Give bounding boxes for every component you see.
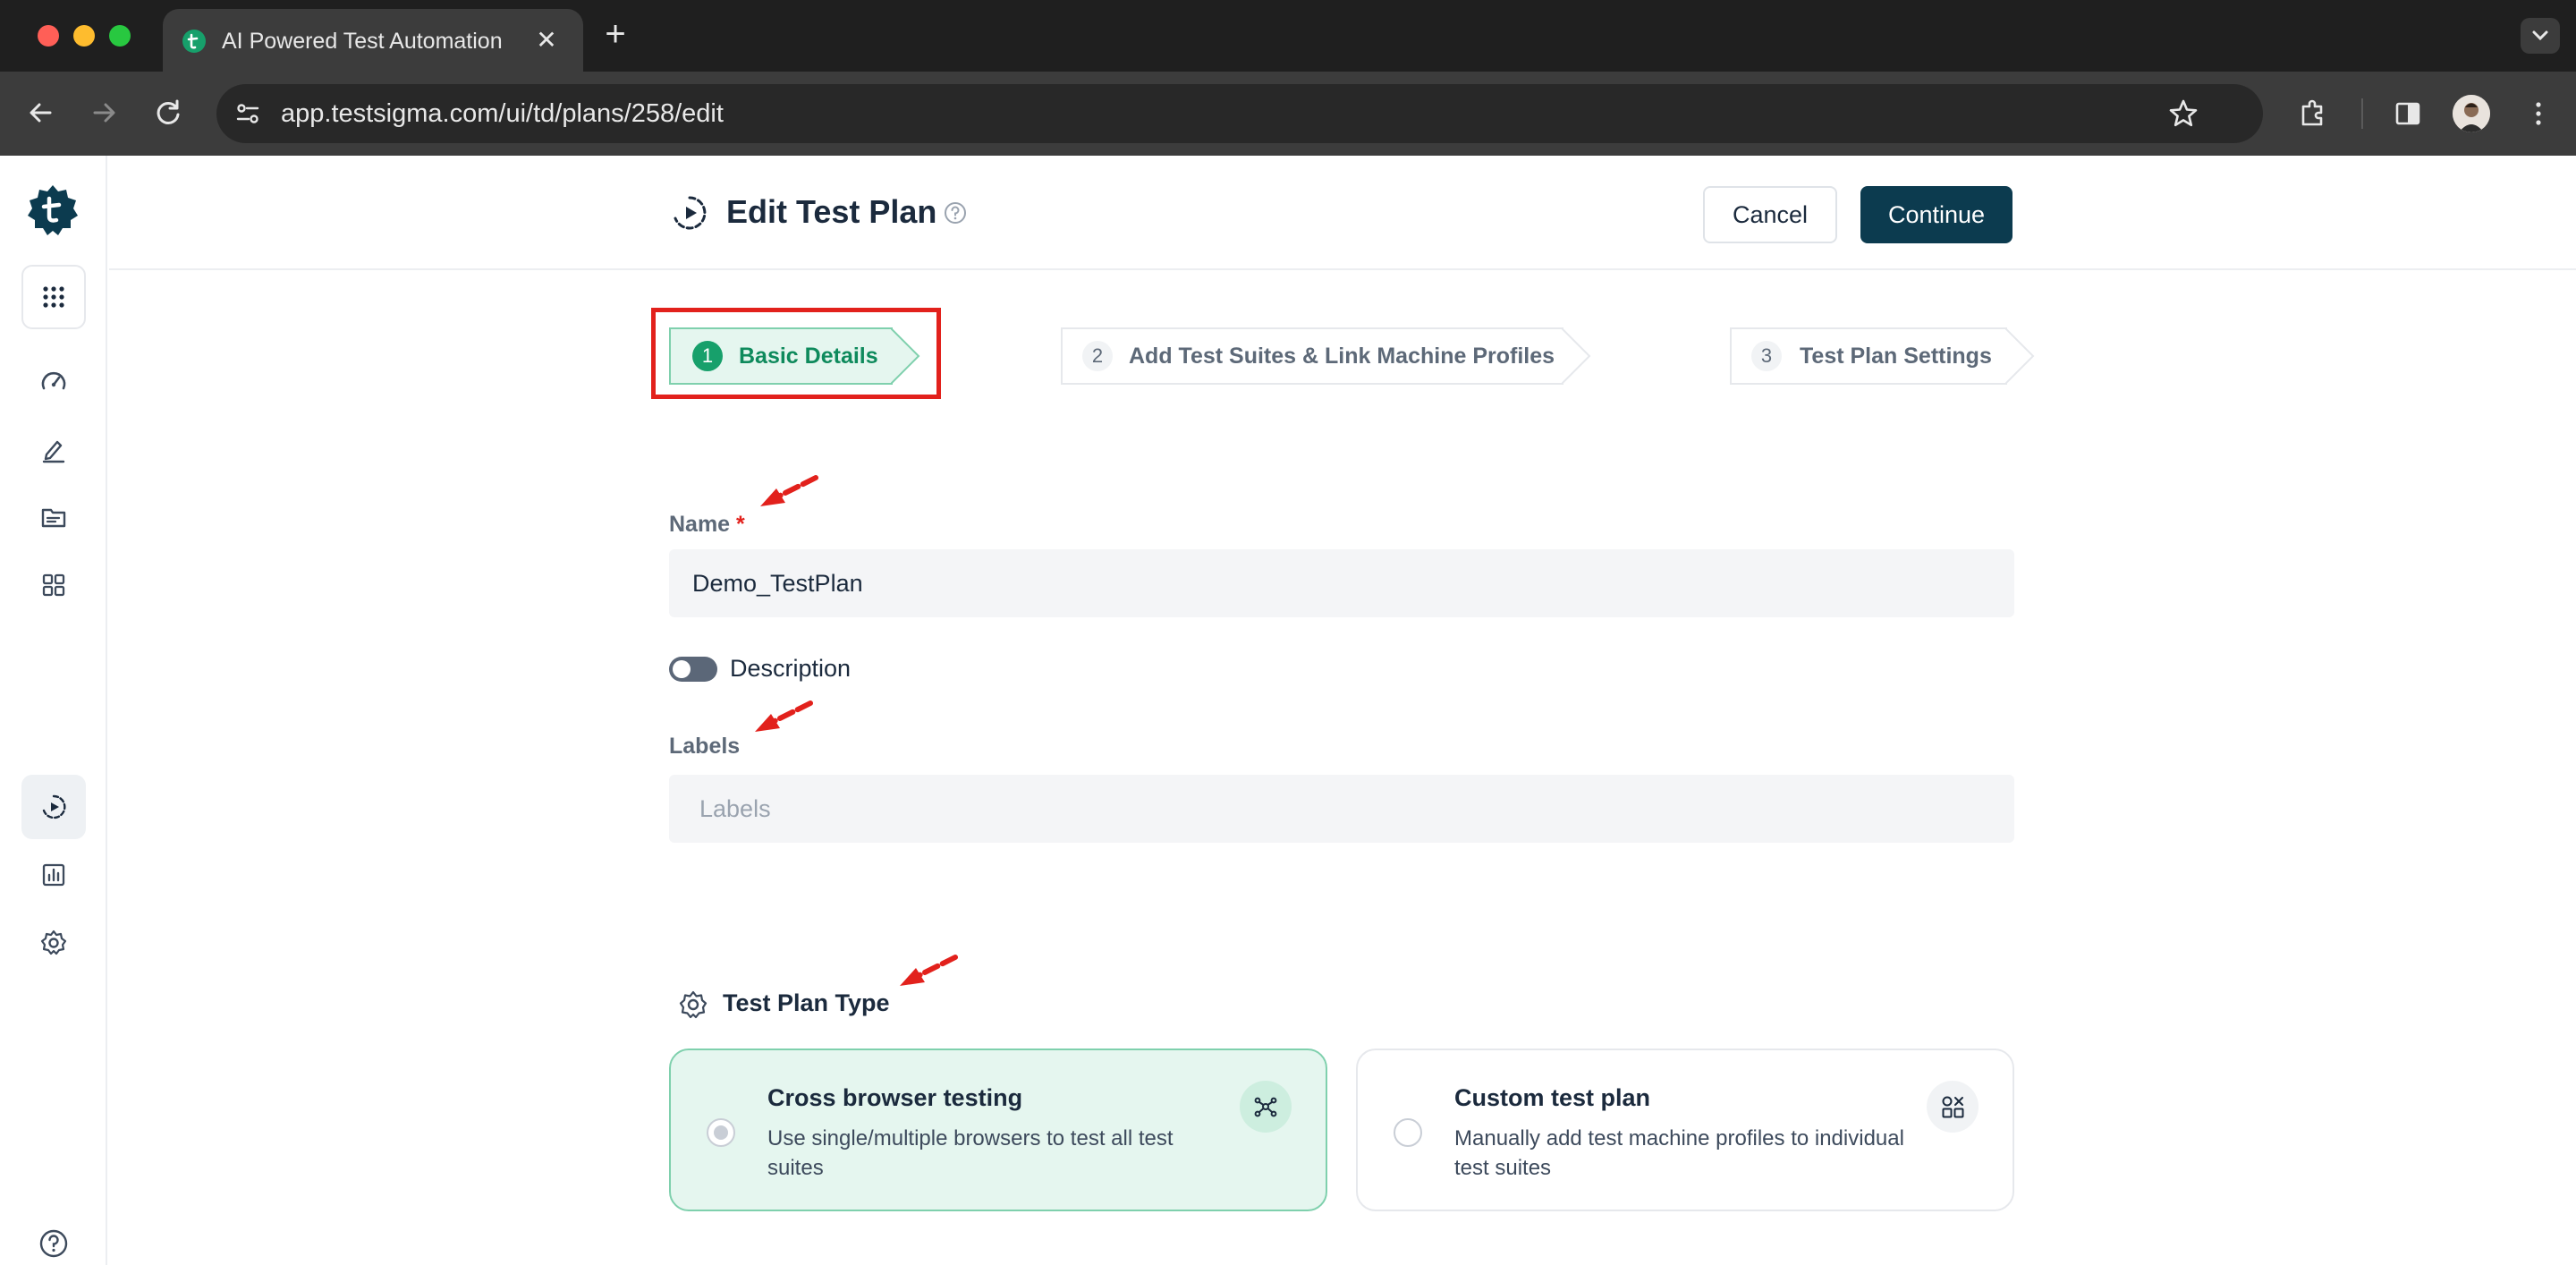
tab-close-icon[interactable]: ✕ <box>533 27 560 54</box>
name-label-text: Name <box>669 512 731 537</box>
option-cross-browser-testing[interactable]: Cross browser testing Use single/multipl… <box>669 1049 1327 1211</box>
option-custom-test-plan[interactable]: Custom test plan Manually add test machi… <box>1356 1049 2014 1211</box>
sidebar-item-reports[interactable] <box>21 843 86 907</box>
help-circle-icon[interactable] <box>943 200 968 225</box>
step-chevron-icon <box>1562 327 1591 385</box>
option-title: Custom test plan <box>1454 1084 1651 1111</box>
testsigma-logo-icon[interactable] <box>25 183 80 238</box>
test-plan-icon <box>42 794 66 819</box>
back-arrow-icon[interactable] <box>23 95 59 131</box>
window-close-button[interactable] <box>38 25 59 47</box>
browser-tab-bar: AI Powered Test Automation ✕ + <box>0 0 2576 72</box>
labels-field-label: Labels <box>669 734 741 759</box>
annotation-arrow-icon <box>755 700 813 732</box>
page-title: Edit Test Plan <box>726 193 937 230</box>
option-icon-badge <box>1927 1081 1979 1133</box>
description-toggle[interactable] <box>669 657 717 682</box>
radio-dot <box>714 1125 728 1140</box>
forward-arrow-icon[interactable] <box>86 95 122 131</box>
dashboard-gauge-icon <box>41 371 66 390</box>
custom-shapes-icon <box>1942 1096 1964 1118</box>
sidebar-item-authoring[interactable] <box>21 417 86 481</box>
side-panel-icon[interactable] <box>2390 96 2426 132</box>
tab-title: AI Powered Test Automation <box>222 29 503 54</box>
settings-gear-icon <box>679 990 708 1019</box>
sidebar-item-settings[interactable] <box>21 911 86 975</box>
tab-search-button[interactable] <box>2521 18 2560 54</box>
option-title: Cross browser testing <box>767 1084 1023 1111</box>
site-info-icon[interactable] <box>233 98 263 129</box>
apps-grid-icon <box>43 286 64 308</box>
browser-menu-icon[interactable] <box>2521 96 2556 132</box>
address-bar[interactable]: app.testsigma.com/ui/td/plans/258/edit <box>216 84 2263 143</box>
apps-grid-button[interactable] <box>21 265 86 329</box>
extensions-puzzle-icon[interactable] <box>2295 96 2331 132</box>
new-tab-icon[interactable]: + <box>599 16 631 52</box>
toggle-knob <box>673 660 691 678</box>
folder-icon <box>41 508 66 528</box>
url-text: app.testsigma.com/ui/td/plans/258/edit <box>281 99 724 128</box>
option-icon-badge <box>1240 1081 1292 1133</box>
network-nodes-icon <box>1254 1097 1277 1117</box>
description-toggle-label: Description <box>730 655 852 682</box>
testsigma-favicon-icon <box>182 30 206 53</box>
annotation-arrow-icon <box>900 955 958 986</box>
test-plan-type-title: Test Plan Type <box>723 989 890 1016</box>
sidebar-item-test-cases[interactable] <box>21 485 86 549</box>
test-plan-icon <box>674 196 707 230</box>
reload-icon[interactable] <box>150 95 186 131</box>
bookmark-star-icon[interactable] <box>2166 97 2200 131</box>
step-number: 2 <box>1082 341 1113 371</box>
toolbar-separator <box>2361 98 2363 129</box>
step-number: 3 <box>1751 341 1782 371</box>
window-minimize-button[interactable] <box>73 25 95 47</box>
window-zoom-button[interactable] <box>109 25 131 47</box>
profile-avatar[interactable] <box>2453 95 2490 132</box>
name-input[interactable]: Demo_TestPlan <box>669 549 2014 617</box>
help-icon[interactable] <box>38 1227 70 1260</box>
step-label: Test Plan Settings <box>1800 344 1992 369</box>
step-chevron-icon <box>2005 327 2035 385</box>
reports-icon <box>42 863 65 887</box>
modules-grid-icon <box>42 573 65 597</box>
sidebar-item-dashboard[interactable] <box>21 349 86 413</box>
annotation-highlight-box <box>651 308 941 399</box>
step-label: Add Test Suites & Link Machine Profiles <box>1129 344 1555 369</box>
name-field-label: Name * <box>669 512 745 538</box>
sidebar-item-modules[interactable] <box>21 553 86 617</box>
option-description: Use single/multiple browsers to test all… <box>767 1126 1174 1180</box>
chevron-down-icon <box>2532 30 2548 41</box>
app-sidebar <box>0 156 107 1265</box>
radio-button[interactable] <box>1394 1118 1422 1147</box>
step-add-test-suites[interactable]: 2 Add Test Suites & Link Machine Profile… <box>1061 327 1592 385</box>
annotation-arrow-icon <box>760 475 818 506</box>
labels-input[interactable]: Labels <box>669 775 2014 843</box>
sidebar-item-test-plans[interactable] <box>21 775 86 839</box>
browser-toolbar: app.testsigma.com/ui/td/plans/258/edit <box>0 72 2576 156</box>
page-header: Edit Test Plan Cancel Continue <box>109 156 2576 270</box>
step-test-plan-settings[interactable]: 3 Test Plan Settings <box>1730 327 2036 385</box>
cancel-button[interactable]: Cancel <box>1703 186 1837 243</box>
avatar-photo-icon <box>2453 95 2490 132</box>
settings-icon <box>40 930 67 955</box>
pen-edit-icon <box>42 440 65 463</box>
radio-button[interactable] <box>707 1118 735 1147</box>
browser-tab[interactable]: AI Powered Test Automation ✕ <box>163 9 583 72</box>
continue-button[interactable]: Continue <box>1860 186 2012 243</box>
option-description: Manually add test machine profiles to in… <box>1454 1126 1904 1180</box>
